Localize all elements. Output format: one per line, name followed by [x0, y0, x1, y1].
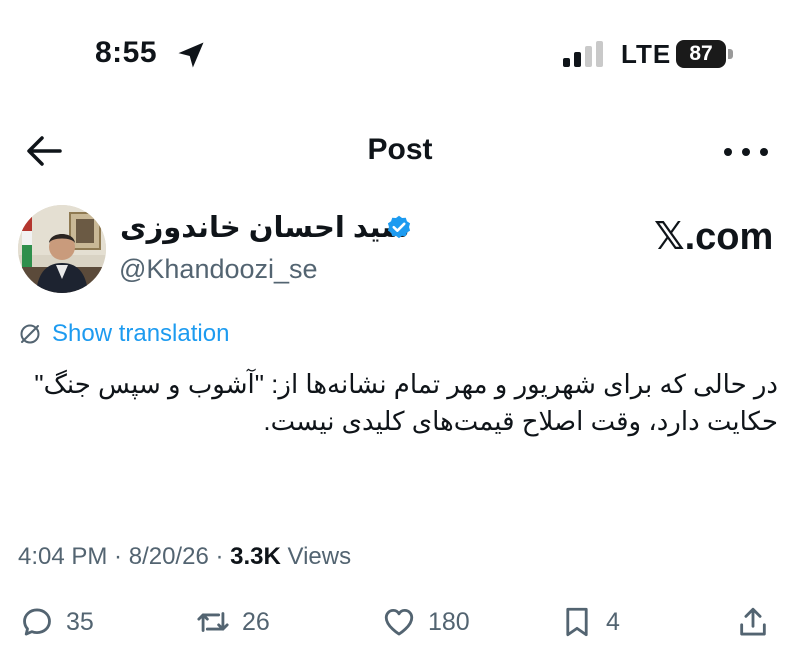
battery-cap — [728, 49, 733, 59]
bookmark-count: 4 — [606, 607, 620, 636]
tweet-date[interactable]: 8/20/26 — [129, 543, 209, 570]
meta-separator: · — [107, 543, 129, 570]
cellular-signal-icon — [563, 41, 603, 67]
tweet-time[interactable]: 4:04 PM — [18, 543, 107, 570]
repost-icon — [197, 612, 229, 632]
author-username[interactable]: @Khandoozi_se — [119, 254, 318, 285]
battery-level: 87 — [676, 40, 726, 68]
avatar[interactable] — [18, 205, 106, 293]
site-watermark: 𝕏.com — [654, 216, 774, 258]
translate-icon — [20, 324, 40, 344]
meta-separator: · — [208, 543, 231, 570]
verified-badge-icon — [387, 215, 411, 239]
share-icon — [740, 607, 766, 636]
bookmark-icon — [566, 607, 588, 637]
repost-button[interactable]: 26 — [196, 602, 270, 642]
author-display-name[interactable]: سید احسان خاندوزی — [120, 210, 410, 245]
more-options-icon[interactable] — [718, 138, 774, 166]
page-title: Post — [367, 133, 433, 166]
reply-icon — [23, 608, 51, 636]
bookmark-button[interactable]: 4 — [560, 602, 620, 642]
tweet-text: در حالی که برای شهریور و مهر تمام نشانه‌… — [34, 369, 778, 436]
repost-count: 26 — [242, 607, 270, 636]
reply-button[interactable]: 35 — [20, 602, 94, 642]
battery-icon: 87 — [676, 40, 734, 68]
location-arrow-icon — [178, 42, 204, 68]
show-translation-link[interactable]: Show translation — [18, 318, 229, 350]
heart-icon — [384, 608, 414, 636]
status-time: 8:55 — [95, 36, 158, 69]
like-count: 180 — [428, 607, 470, 636]
share-button[interactable] — [736, 602, 770, 642]
like-button[interactable]: 180 — [382, 602, 470, 642]
reply-count: 35 — [66, 607, 94, 636]
network-type: LTE — [621, 39, 672, 69]
views-count[interactable]: 3.3K — [230, 543, 281, 570]
views-label[interactable]: Views — [281, 543, 351, 570]
show-translation-label: Show translation — [52, 320, 230, 347]
tweet-meta: 4:04 PM · 8/20/26 · 3.3K Views — [18, 543, 351, 571]
